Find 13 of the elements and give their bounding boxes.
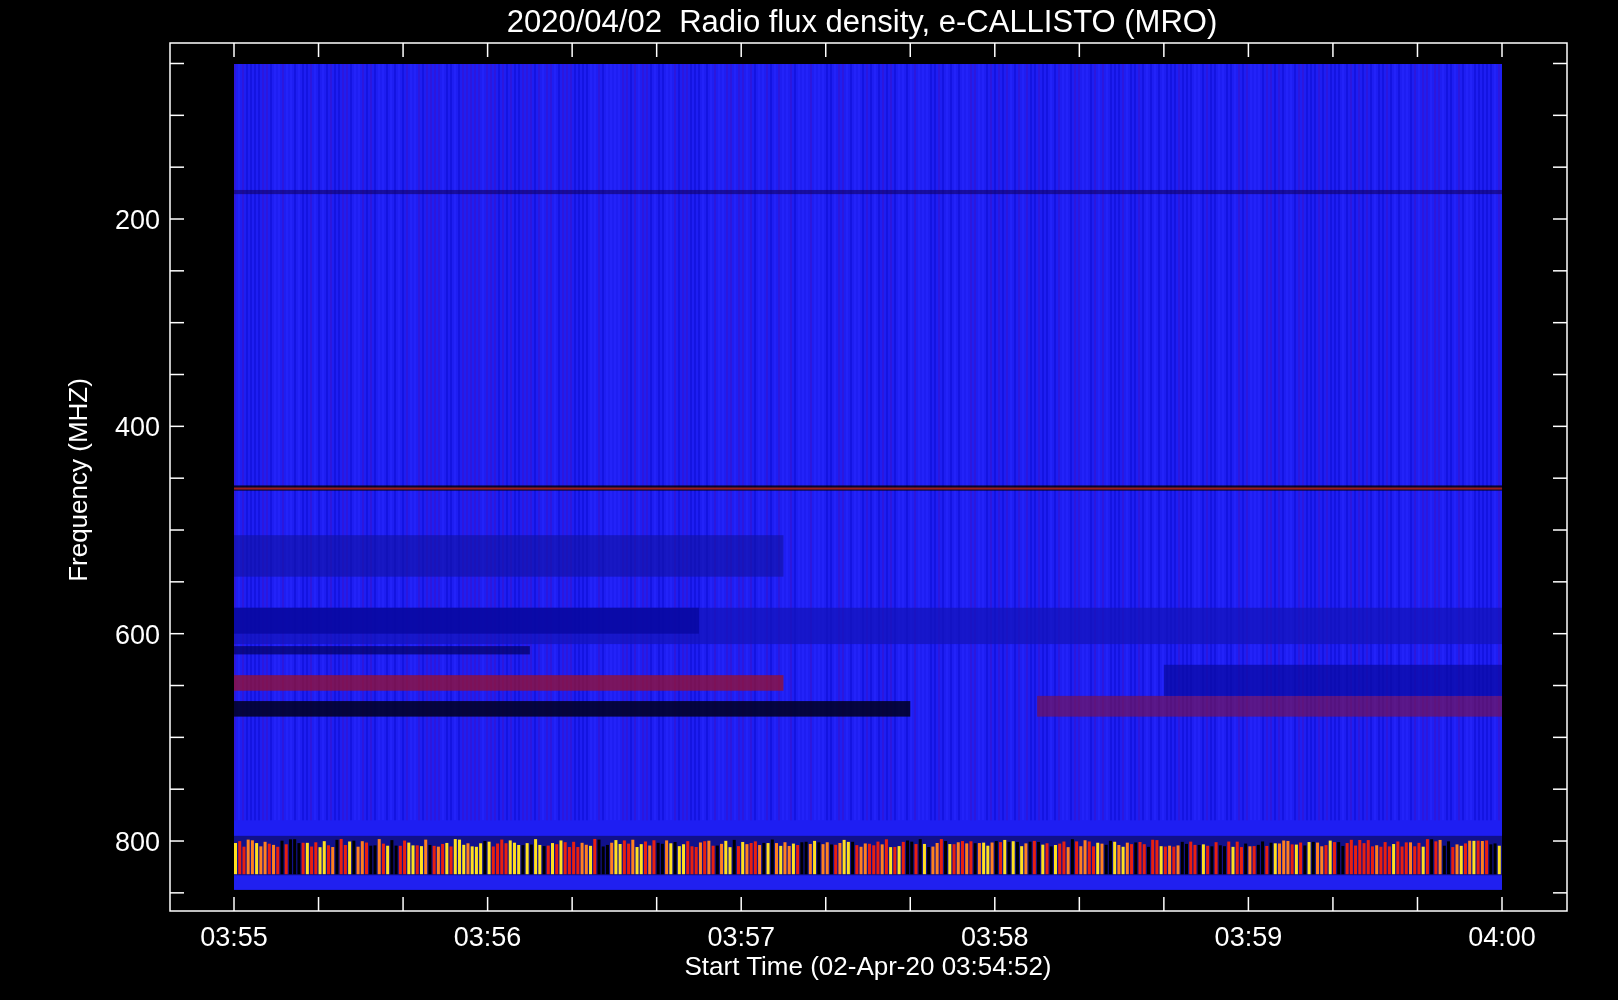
y-tick-label: 200: [114, 205, 160, 235]
y-tick-label: 600: [114, 619, 160, 650]
x-tick-label: 03:56: [453, 922, 522, 952]
chart-title: 2020/04/02 Radio flux density, e-CALLISTO (MRO): [506, 4, 1218, 39]
x-tick-label: 03:58: [961, 922, 1029, 952]
x-axis-label: Start Time (02-Apr-20 03:54:52): [684, 951, 1052, 981]
x-tick-label: 04:00: [1468, 922, 1536, 952]
y-tick-label: 400: [114, 412, 160, 443]
x-tick-label: 03:55: [200, 922, 268, 952]
x-tick-label: 03:59: [1214, 922, 1283, 952]
y-tick-label: 800: [114, 827, 160, 857]
x-tick-label: 03:57: [707, 922, 775, 952]
y-axis-label: Frequency (MHZ): [63, 378, 93, 582]
